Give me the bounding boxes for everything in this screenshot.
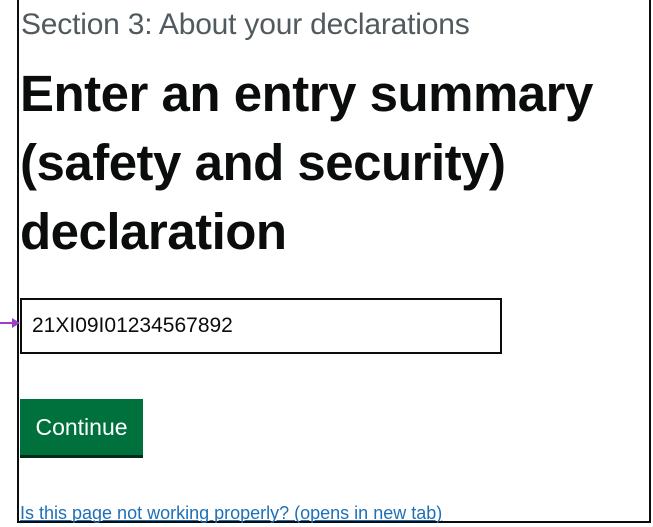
- heading-line-3: declaration: [20, 203, 287, 260]
- heading-line-2: (safety and security): [20, 134, 506, 191]
- continue-button[interactable]: Continue: [20, 399, 143, 455]
- heading-line-1: Enter an entry summary: [20, 65, 593, 122]
- page-heading: Enter an entry summary (safety and secur…: [20, 59, 652, 266]
- arrow-right-icon: [0, 318, 20, 328]
- declaration-reference-input[interactable]: [20, 298, 502, 354]
- section-caption: Section 3: About your declarations: [21, 8, 470, 41]
- report-problem-link[interactable]: Is this page not working properly? (open…: [20, 503, 442, 523]
